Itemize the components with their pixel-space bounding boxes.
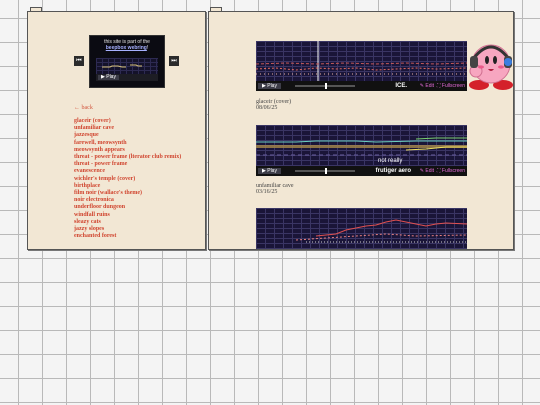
song-caption: unfamiliar cave 03/16/25 [256, 183, 293, 195]
song-link[interactable]: threat - power frame [74, 161, 199, 168]
caption-date: 03/16/25 [256, 189, 278, 195]
volume-slider[interactable] [295, 83, 355, 89]
song-link[interactable]: wichler's temple (cover) [74, 176, 199, 183]
webring-next-button[interactable]: ⏭ [169, 56, 179, 66]
song-title: frutiger aero [375, 168, 411, 174]
player-visualizer[interactable] [256, 41, 467, 81]
song-player [256, 208, 467, 249]
edit-link[interactable]: ✎ Edit [420, 83, 434, 89]
edit-link[interactable]: ✎ Edit [420, 168, 434, 174]
webring-viz [102, 64, 142, 68]
song-link[interactable]: jazzy slopes [74, 226, 199, 233]
song-player: ▶ Play ICE. ✎ Edit ⛶ Fullscreen [256, 41, 467, 91]
kirby-with-headphones-icon [469, 44, 513, 90]
back-link[interactable]: ← back [74, 105, 93, 111]
song-list: glaceir (cover) unfamiliar cave jazzesqu… [74, 118, 199, 240]
play-button[interactable]: ▶ Play [258, 83, 281, 89]
note-pattern: not really [256, 137, 467, 164]
song-player: not really ▶ Play frutiger aero ✎ Edit ⛶… [256, 125, 467, 176]
webring-prev-button[interactable]: ⏮ [74, 56, 84, 66]
player-controls: ▶ Play frutiger aero ✎ Edit ⛶ Fullscreen [256, 166, 467, 176]
player-controls: ▶ Play ICE. ✎ Edit ⛶ Fullscreen [256, 81, 467, 91]
song-caption: glaceir (cover) 08/06/25 [256, 99, 291, 111]
song-link[interactable]: jazzesque [74, 132, 199, 139]
volume-knob[interactable] [325, 83, 327, 89]
player-visualizer[interactable]: not really [256, 125, 467, 166]
song-link[interactable]: unfamiliar cave [74, 125, 199, 132]
song-link[interactable]: enchanted forest [74, 233, 199, 240]
webring-mini-player: ▶ Play [96, 58, 158, 81]
play-button[interactable]: ▶ Play [258, 168, 281, 174]
song-link[interactable]: sleazy cats [74, 219, 199, 226]
webring-suffix: ! [146, 45, 149, 51]
song-link[interactable]: windfall ruins [74, 212, 199, 219]
song-link[interactable]: film noir (wallace's theme) [74, 190, 199, 197]
song-link[interactable]: glaceir (cover) [74, 118, 199, 125]
song-link[interactable]: farewell, meowsynth [74, 140, 199, 147]
song-link[interactable]: underfloor dungeon [74, 204, 199, 211]
note-pattern [256, 41, 467, 81]
note-pattern [295, 219, 467, 243]
webring-widget: this site is part of the beepbox webring… [89, 35, 165, 88]
song-link[interactable]: threat - power frame (lterator club remi… [74, 154, 199, 161]
fullscreen-link[interactable]: ⛶ Fullscreen [437, 83, 465, 89]
fullscreen-link[interactable]: ⛶ Fullscreen [437, 168, 465, 174]
song-title: ICE. [395, 83, 407, 89]
song-link[interactable]: noir electronica [74, 197, 199, 204]
caption-date: 08/06/25 [256, 105, 278, 111]
webring-link[interactable]: beepbox webring [106, 45, 147, 51]
webring-text: this site is part of the beepbox webring… [90, 39, 164, 51]
player-visualizer[interactable] [256, 208, 467, 249]
song-link[interactable]: birthplace [74, 183, 199, 190]
sidebar-window: ⏮ this site is part of the beepbox webri… [27, 11, 206, 250]
volume-slider[interactable] [295, 168, 355, 174]
webring-control-bar: ▶ Play [96, 74, 158, 81]
song-link[interactable]: evanescence [74, 168, 199, 175]
webring-play-button[interactable]: ▶ Play [98, 75, 119, 80]
overlay-text: not really [378, 158, 402, 164]
song-link[interactable]: meowsynth appears [74, 147, 199, 154]
content-window: ▶ Play ICE. ✎ Edit ⛶ Fullscreen glaceir … [208, 11, 514, 250]
volume-knob[interactable] [325, 168, 327, 174]
